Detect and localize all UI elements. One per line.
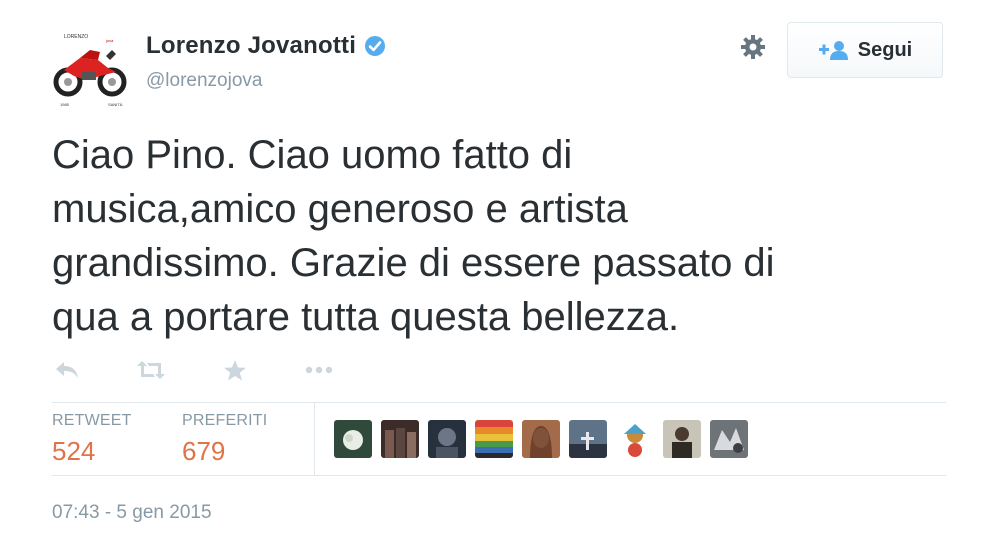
svg-text:LORENZO: LORENZO xyxy=(64,34,88,40)
tweet-actions xyxy=(52,355,334,385)
retweet-icon[interactable] xyxy=(136,357,166,383)
motorcycle-logo-icon: LORENZO jova 1985 SANITÀ xyxy=(53,34,127,107)
favoriter-avatar[interactable] xyxy=(475,420,513,458)
favorites-stat[interactable]: PREFERITI 679 xyxy=(182,412,267,467)
favoriter-avatar[interactable] xyxy=(334,420,372,458)
svg-text:jova: jova xyxy=(105,38,114,43)
reply-icon[interactable] xyxy=(52,357,82,383)
favoriter-avatar[interactable] xyxy=(663,420,701,458)
display-name[interactable]: Lorenzo Jovanotti xyxy=(146,32,356,60)
handle[interactable]: @lorenzojova xyxy=(146,70,262,92)
favoriter-avatar[interactable] xyxy=(616,420,654,458)
follow-label: Segui xyxy=(857,38,913,61)
svg-text:1985: 1985 xyxy=(60,102,70,107)
name-row: Lorenzo Jovanotti xyxy=(146,32,386,60)
verified-badge-icon xyxy=(365,36,386,56)
favoriter-avatar[interactable] xyxy=(710,420,748,458)
favoriter-avatar[interactable] xyxy=(381,420,419,458)
tweet-header: LORENZO jova 1985 SANITÀ Lorenzo Jovanot… xyxy=(50,20,950,110)
divider xyxy=(52,402,946,403)
retweet-count: 524 xyxy=(52,436,96,466)
follow-button[interactable]: Segui xyxy=(787,22,943,78)
svg-text:SANITÀ: SANITÀ xyxy=(108,102,123,107)
stats-separator xyxy=(314,402,315,475)
favorites-label: PREFERITI xyxy=(182,412,268,429)
favoriters-avatars xyxy=(334,420,748,458)
favorites-count: 679 xyxy=(182,436,226,466)
add-user-icon xyxy=(818,41,848,60)
favoriter-avatar[interactable] xyxy=(522,420,560,458)
gear-icon[interactable] xyxy=(738,32,768,62)
retweet-stat[interactable]: RETWEET 524 xyxy=(52,412,132,467)
favoriter-avatar[interactable] xyxy=(428,420,466,458)
retweet-label: RETWEET xyxy=(52,412,132,429)
tweet-text: Ciao Pino. Ciao uomo fatto di musica,ami… xyxy=(52,133,775,339)
avatar[interactable]: LORENZO jova 1985 SANITÀ xyxy=(50,30,130,110)
divider xyxy=(52,475,946,476)
more-icon[interactable] xyxy=(304,357,334,383)
tweet-timestamp[interactable]: 07:43 - 5 gen 2015 xyxy=(52,502,212,524)
favoriter-avatar[interactable] xyxy=(569,420,607,458)
favorite-icon[interactable] xyxy=(220,357,250,383)
